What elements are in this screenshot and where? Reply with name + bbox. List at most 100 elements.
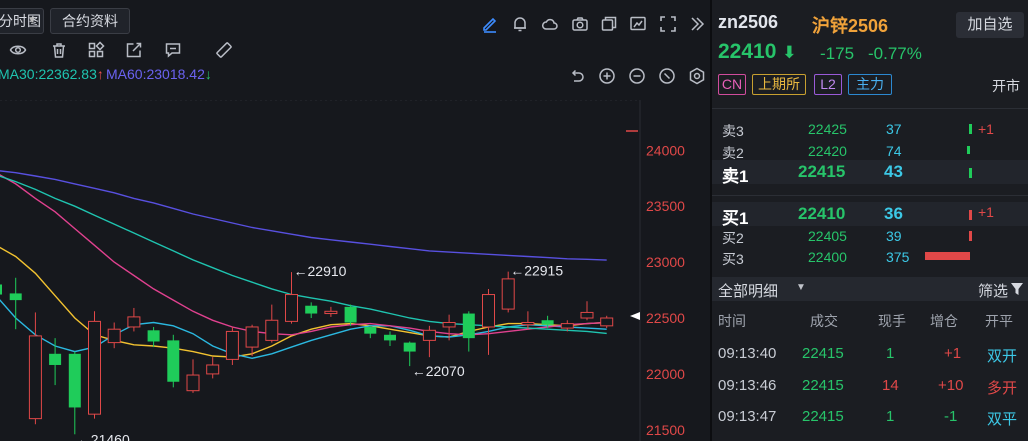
camera-icon[interactable] [570,14,590,34]
zoom-out-icon[interactable] [627,66,647,86]
ask-row[interactable]: 卖3 22425 37 +1 [712,119,1028,140]
fullscreen-icon[interactable] [658,14,678,34]
grid-icon[interactable] [86,40,106,60]
level-price: 22405 [808,228,847,244]
contract-info-button[interactable]: 合约资料 [50,8,130,34]
candle-body [245,326,259,348]
candle-body [167,340,180,382]
tag-l2: L2 [814,74,842,95]
ma60-label: MA60:23018.42↓ [106,66,212,82]
candle-body [49,353,62,365]
trash-icon[interactable] [49,40,69,60]
candle [285,272,298,324]
level-volume-bar [969,210,972,220]
level-delta: +1 [978,204,994,220]
pen-icon[interactable] [480,14,500,34]
edit-icon[interactable] [124,40,144,60]
candle [305,302,318,319]
detail-hand: 1 [886,345,895,362]
ma-line-ma60 [0,170,607,261]
detail-time: 09:13:40 [718,345,777,362]
ma60-arrow-icon: ↓ [204,66,212,82]
level-volume: 43 [884,162,903,181]
detail-title: 全部明细 [718,283,779,300]
candle [28,312,42,425]
candle-body [422,329,436,341]
level-volume-bar [967,146,970,154]
level-label: 买2 [722,230,744,246]
level-price: 22410 [798,204,846,223]
y-tick-label: 24000 [646,142,685,158]
comment-icon[interactable] [163,40,183,60]
collapse-icon[interactable] [687,14,707,34]
bid-row[interactable]: 买2 22405 39 [712,226,1028,247]
period-dropdown[interactable]: 分时图 ▼ [0,8,44,34]
candle-body [225,330,239,360]
price-change-pct: -0.77% [868,44,922,63]
reset-icon[interactable] [657,66,677,86]
detail-hand: 14 [882,377,899,394]
candle [521,311,535,330]
level-volume: 36 [884,204,903,223]
tag-cn: CN [718,74,746,95]
level-label: 卖1 [722,167,749,186]
bell-icon[interactable] [510,14,530,34]
chart-panel: 分时图 ▼ 合约资料 MA30:22362.83↑ MA60:23018.42↓… [0,0,710,441]
level-volume-bar [969,231,972,241]
ma30-label: MA30:22362.83↑ [0,66,104,82]
candle-body [0,284,2,295]
candle [186,359,200,393]
detail-header: 全部明细 ▼ 筛选 [712,277,1028,301]
candle [0,284,2,295]
detail-price: 22415 [802,345,844,362]
candle [265,304,279,343]
candle [364,325,377,339]
candle-body [206,364,220,375]
zoom-in-icon[interactable] [597,66,617,86]
detail-column-header: 时间 [718,313,746,329]
undo-icon[interactable] [567,66,587,86]
level-volume-bar [969,124,972,134]
detail-column-header: 开平 [985,313,1013,329]
candle-body [580,311,594,319]
down-arrow-icon: ⬇ [782,43,797,62]
contract-info-label: 合约资料 [62,13,118,29]
copy-icon[interactable] [599,14,619,34]
book-divider [712,195,1028,196]
level-volume: 74 [886,143,902,159]
price-annotation: ←22910 [294,263,347,279]
filter-button[interactable]: 筛选 [978,280,1008,301]
ma60-value: MA60:23018.42 [106,66,205,82]
candle-body [88,320,101,415]
candle [482,288,495,355]
detail-price: 22415 [802,408,844,425]
level-label: 买3 [722,251,744,267]
chart-settings-icon[interactable] [687,66,707,86]
level-price: 22415 [798,162,846,181]
level-price: 22425 [808,121,847,137]
ask-row[interactable]: 卖1 22415 43 [712,160,1028,186]
detail-dropdown-icon[interactable]: ▼ [796,282,806,293]
detail-column-header: 增仓 [930,313,958,329]
level-volume: 39 [886,228,902,244]
add-watchlist-button[interactable]: 加自选 [956,12,1024,38]
eye-icon[interactable] [8,40,28,60]
bid-row[interactable]: 买3 22400 375 [712,247,1028,268]
detail-type: 双平 [987,411,1018,428]
filter-icon[interactable] [1010,281,1024,302]
level-volume: 375 [886,249,910,265]
candle [344,304,357,326]
candle-body [541,320,554,325]
ruler-icon[interactable] [214,40,234,60]
candle-body [186,374,200,392]
candle-body [9,293,22,301]
ask-row[interactable]: 卖2 22420 74 [712,141,1028,162]
annotations: ←22910 ←22915 ←22070 ←21460 [77,263,564,441]
bid-row[interactable]: 买1 22410 36 +1 [712,202,1028,228]
candle-body [560,323,574,329]
indicator-settings-icon[interactable] [628,14,648,34]
candlestick-chart[interactable]: ←22910 ←22915 ←22070 ←21460 24000 23500 23000… [0,100,710,441]
candle [245,324,259,357]
cloud-icon[interactable] [540,14,560,34]
divider [712,108,1028,109]
